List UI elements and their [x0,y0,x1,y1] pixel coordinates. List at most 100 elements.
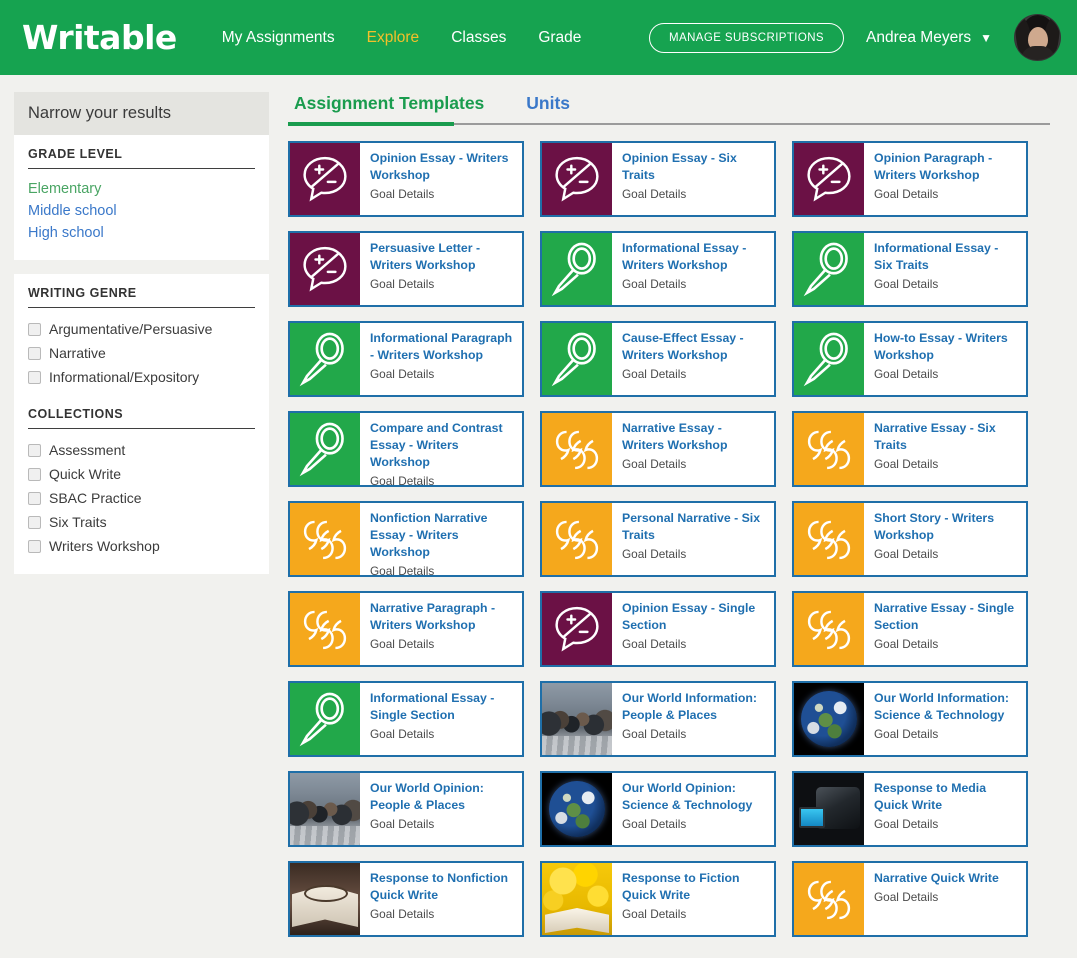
checkbox-icon[interactable] [28,346,41,360]
card-text: Our World Information: Science & Technol… [864,683,1026,755]
template-card[interactable]: Response to Fiction Quick Write Goal Deta… [540,861,776,937]
template-card[interactable]: Narrative Essay - Writers Workshop Goal D… [540,411,776,487]
card-text: Narrative Essay - Single Section Goal Det… [864,593,1026,665]
goal-details-link[interactable]: Goal Details [622,637,765,651]
goal-details-link[interactable]: Goal Details [622,727,765,741]
user-menu[interactable]: Andrea Meyers ▼ [866,29,992,47]
template-card[interactable]: Opinion Essay - Writers Workshop Goal Det… [288,141,524,217]
filter-collection-writers-workshop[interactable]: Writers Workshop [28,534,255,558]
filter-grade-high-school[interactable]: High school [28,225,104,241]
avatar-body [1020,46,1055,60]
checkbox-icon[interactable] [28,467,41,481]
checkbox-icon[interactable] [28,515,41,529]
template-card[interactable]: Informational Essay - Six Traits Goal Det… [792,231,1028,307]
brand-logo[interactable]: Writable [22,21,177,54]
goal-details-link[interactable]: Goal Details [622,187,765,201]
template-card[interactable]: Narrative Quick Write Goal Details [792,861,1028,937]
goal-details-link[interactable]: Goal Details [874,187,1017,201]
checkbox-icon[interactable] [28,443,41,457]
card-text: Cause-Effect Essay - Writers Workshop Goa… [612,323,774,395]
goal-details-link[interactable]: Goal Details [874,890,999,904]
goal-details-link[interactable]: Goal Details [874,817,1017,831]
goal-details-link[interactable]: Goal Details [370,637,513,651]
card-title: Opinion Essay - Single Section [622,601,756,632]
template-card[interactable]: Informational Paragraph - Writers Worksh… [288,321,524,397]
goal-details-link[interactable]: Goal Details [622,367,765,381]
template-card[interactable]: Narrative Essay - Single Section Goal Det… [792,591,1028,667]
goal-details-link[interactable]: Goal Details [622,817,765,831]
tab-units[interactable]: Units [520,92,576,125]
template-card[interactable]: Our World Opinion: Science & Technology G… [540,771,776,847]
nav-item-explore[interactable]: Explore [367,29,420,47]
manage-subscriptions-button[interactable]: MANAGE SUBSCRIPTIONS [649,22,844,53]
card-title: Response to Media Quick Write [874,781,987,812]
template-card[interactable]: Nonfiction Narrative Essay - Writers Wor… [288,501,524,577]
template-card[interactable]: Informational Essay - Writers Workshop Go… [540,231,776,307]
filter-genre-informational[interactable]: Informational/Expository [28,365,255,389]
goal-details-link[interactable]: Goal Details [874,457,1017,471]
template-card[interactable]: Short Story - Writers Workshop Goal Detai… [792,501,1028,577]
template-card[interactable]: Personal Narrative - Six Traits Goal Deta… [540,501,776,577]
goal-details-link[interactable]: Goal Details [622,907,765,921]
goal-details-link[interactable]: Goal Details [370,367,513,381]
template-card[interactable]: Compare and Contrast Essay - Writers Wor… [288,411,524,487]
template-card[interactable]: Opinion Essay - Single Section Goal Detai… [540,591,776,667]
top-navbar: Writable My Assignments Explore Classes … [0,0,1077,75]
goal-details-link[interactable]: Goal Details [370,474,513,485]
template-card[interactable]: Narrative Essay - Six Traits Goal Details [792,411,1028,487]
goal-details-link[interactable]: Goal Details [874,367,1017,381]
template-card[interactable]: Cause-Effect Essay - Writers Workshop Goa… [540,321,776,397]
goal-details-link[interactable]: Goal Details [622,277,765,291]
goal-details-link[interactable]: Goal Details [370,907,513,921]
quote-icon [794,503,864,575]
card-text: Response to Fiction Quick Write Goal Deta… [612,863,774,935]
template-card[interactable]: Opinion Essay - Six Traits Goal Details [540,141,776,217]
goal-details-link[interactable]: Goal Details [874,277,1017,291]
checkbox-icon[interactable] [28,370,41,384]
template-card[interactable]: Our World Opinion: People & Places Goal D… [288,771,524,847]
filter-grade-elementary[interactable]: Elementary [28,181,101,197]
nav-item-classes[interactable]: Classes [451,29,506,47]
template-card[interactable]: Our World Information: Science & Technol… [792,681,1028,757]
template-card[interactable]: Persuasive Letter - Writers Workshop Goal… [288,231,524,307]
checkbox-icon[interactable] [28,322,41,336]
card-text: Our World Opinion: People & Places Goal D… [360,773,522,845]
template-card[interactable]: Response to Media Quick Write Goal Detail… [792,771,1028,847]
goal-details-link[interactable]: Goal Details [370,564,513,575]
filter-collection-sbac-practice[interactable]: SBAC Practice [28,486,255,510]
filter-collection-quick-write[interactable]: Quick Write [28,462,255,486]
goal-details-link[interactable]: Goal Details [874,547,1017,561]
goal-details-link[interactable]: Goal Details [874,727,1017,741]
filter-genre-argumentative[interactable]: Argumentative/Persuasive [28,317,255,341]
template-card[interactable]: Response to Nonfiction Quick Write Goal D… [288,861,524,937]
nav-item-my-assignments[interactable]: My Assignments [222,29,335,47]
goal-details-link[interactable]: Goal Details [874,637,1017,651]
avatar[interactable] [1014,14,1061,61]
goal-details-link[interactable]: Goal Details [370,817,513,831]
filter-collection-assessment[interactable]: Assessment [28,438,255,462]
goal-details-link[interactable]: Goal Details [370,277,513,291]
template-card[interactable]: Our World Information: People & Places Go… [540,681,776,757]
card-title: Our World Information: Science & Technol… [874,691,1010,722]
filter-collection-six-traits[interactable]: Six Traits [28,510,255,534]
checkbox-icon[interactable] [28,539,41,553]
filter-genre-narrative[interactable]: Narrative [28,341,255,365]
grade-level-section: GRADE LEVEL Elementary Middle school Hig… [14,135,269,260]
goal-details-link[interactable]: Goal Details [370,187,513,201]
template-card[interactable]: How-to Essay - Writers Workshop Goal Deta… [792,321,1028,397]
card-title: Narrative Paragraph - Writers Workshop [370,601,496,632]
nav-item-grade[interactable]: Grade [538,29,581,47]
filter-grade-middle-school[interactable]: Middle school [28,203,117,219]
template-card[interactable]: Narrative Paragraph - Writers Workshop Go… [288,591,524,667]
magnify-icon [794,323,864,395]
earth-photo [794,683,864,755]
goal-details-link[interactable]: Goal Details [370,727,513,741]
tab-assignment-templates[interactable]: Assignment Templates [288,92,490,125]
template-card[interactable]: Informational Essay - Single Section Goal… [288,681,524,757]
goal-details-link[interactable]: Goal Details [622,457,765,471]
template-card[interactable]: Opinion Paragraph - Writers Workshop Goal… [792,141,1028,217]
checkbox-icon[interactable] [28,491,41,505]
primary-nav: My Assignments Explore Classes Grade [222,29,582,47]
goal-details-link[interactable]: Goal Details [622,547,765,561]
writing-genre-heading: WRITING GENRE [28,286,255,308]
